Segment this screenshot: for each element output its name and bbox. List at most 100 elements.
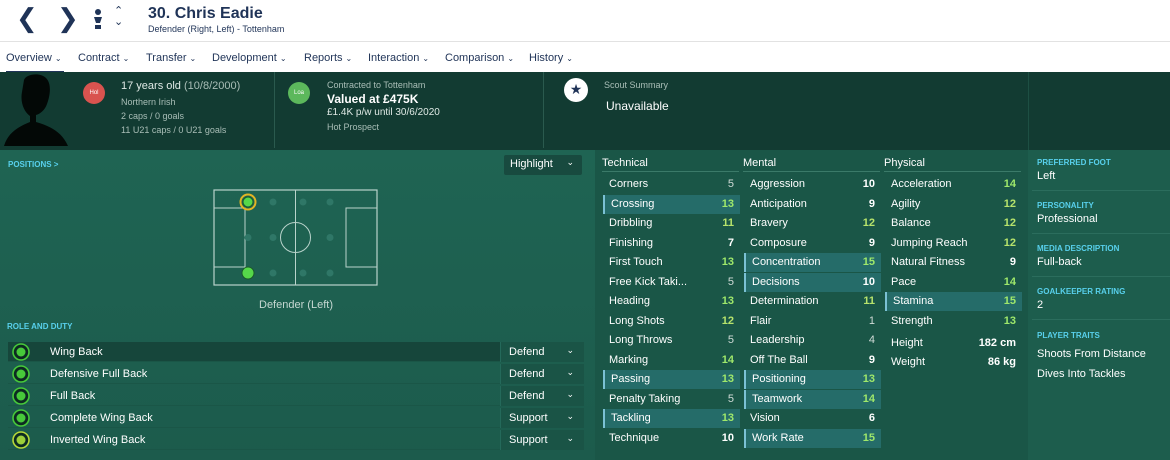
chevron-down-icon: ⌄ (566, 346, 574, 356)
attribute-row[interactable]: Off The Ball 9 (744, 351, 881, 370)
attribute-name: Heading (609, 295, 650, 307)
height-row: Height 182 cm (885, 334, 1022, 353)
attribute-name: Long Throws (609, 334, 673, 346)
attribute-value: 5 (727, 275, 734, 288)
player-switch-icon[interactable]: ⌃ ⌄ (114, 5, 123, 27)
tab-transfer[interactable]: Transfer ⌄ (146, 52, 196, 64)
star-icon[interactable]: ★ (564, 78, 588, 102)
attribute-name: Determination (750, 295, 819, 307)
attribute-row[interactable]: Positioning 13 (744, 370, 881, 389)
attribute-name: Leadership (750, 334, 805, 346)
tab-comparison[interactable]: Comparison ⌄ (445, 52, 514, 64)
attribute-row[interactable]: Crossing 13 (603, 194, 740, 214)
attribute-row[interactable]: Passing 13 (603, 370, 740, 389)
attribute-row[interactable]: Vision 6 (744, 409, 881, 428)
attribute-row[interactable]: Balance 12 (885, 214, 1022, 233)
attribute-row[interactable]: Acceleration 14 (885, 175, 1022, 194)
attribute-row[interactable]: Leadership 4 (744, 331, 881, 350)
attribute-value: 5 (727, 178, 734, 190)
personality-label: PERSONALITY (1037, 201, 1094, 210)
height-value: 182 cm (978, 337, 1016, 349)
contract-badge[interactable]: Loa (288, 82, 310, 104)
role-suitability-icon (12, 387, 30, 405)
tab-reports[interactable]: Reports ⌄ (304, 52, 352, 64)
attribute-row[interactable]: Determination 11 (744, 292, 881, 311)
attribute-row[interactable]: Anticipation 9 (744, 195, 881, 214)
attribute-row[interactable]: Teamwork 14 (744, 389, 881, 409)
attribute-name: Work Rate (752, 431, 804, 444)
attribute-name: Bravery (750, 217, 788, 229)
tab-history[interactable]: History ⌄ (529, 52, 573, 64)
attribute-row[interactable]: Decisions 10 (744, 272, 881, 292)
attribute-row[interactable]: First Touch 13 (603, 253, 740, 272)
highlight-dropdown[interactable]: Highlight ⌄ (504, 155, 582, 175)
attribute-row[interactable]: Agility 12 (885, 195, 1022, 214)
back-arrow-icon[interactable]: ❮ (16, 6, 38, 32)
attribute-row[interactable]: Strength 13 (885, 312, 1022, 331)
role-row[interactable]: Complete Wing Back Support ⌄ (8, 408, 584, 428)
goalkeeper-rating-label: GOALKEEPER RATING (1037, 287, 1126, 296)
attribute-row[interactable]: Composure 9 (744, 234, 881, 253)
role-name: Full Back (50, 390, 96, 402)
attribute-row[interactable]: Free Kick Taki... 5 (603, 273, 740, 292)
duty-dropdown[interactable]: Support ⌄ (500, 430, 584, 450)
duty-label: Defend (509, 346, 545, 358)
positions-link[interactable]: POSITIONS > (8, 160, 58, 169)
club-crest-icon[interactable] (91, 8, 105, 30)
attribute-row[interactable]: Penalty Taking 5 (603, 390, 740, 409)
attribute-row[interactable]: Technique 10 (603, 429, 740, 448)
role-row[interactable]: Defensive Full Back Defend ⌄ (8, 364, 584, 384)
duty-dropdown[interactable]: Defend ⌄ (500, 386, 584, 406)
attribute-name: Corners (609, 178, 649, 190)
attribute-row[interactable]: Stamina 15 (885, 292, 1022, 311)
attribute-row[interactable]: Bravery 12 (744, 214, 881, 233)
role-row[interactable]: Inverted Wing Back Support ⌄ (8, 430, 584, 450)
attribute-row[interactable]: Finishing 7 (603, 234, 740, 253)
weight-value: 86 kg (987, 356, 1016, 368)
attribute-row[interactable]: Long Shots 12 (603, 312, 740, 331)
tab-overview[interactable]: Overview ⌄ (6, 52, 64, 73)
attribute-name: Crossing (611, 197, 655, 210)
player-details-panel (1028, 150, 1170, 460)
attribute-row[interactable]: Long Throws 5 (603, 331, 740, 350)
attribute-row[interactable]: Flair 1 (744, 312, 881, 331)
preferred-foot-value: Left (1037, 170, 1056, 182)
preferred-foot-label: PREFERRED FOOT (1037, 158, 1111, 167)
attribute-row[interactable]: Marking 14 (603, 351, 740, 370)
chevron-down-icon: ⌄ (566, 434, 574, 444)
attribute-value: 12 (1003, 197, 1016, 210)
attribute-name: Teamwork (752, 392, 803, 405)
attribute-value: 9 (1009, 256, 1016, 268)
duty-dropdown[interactable]: Support ⌄ (500, 408, 584, 428)
tab-development[interactable]: Development ⌄ (212, 52, 287, 64)
attribute-row[interactable]: Work Rate 15 (744, 428, 881, 448)
role-row[interactable]: Wing Back Defend ⌄ (8, 342, 584, 362)
attribute-row[interactable]: Pace 14 (885, 273, 1022, 292)
role-suitability-icon (12, 343, 30, 361)
role-row[interactable]: Full Back Defend ⌄ (8, 386, 584, 406)
duty-dropdown[interactable]: Defend ⌄ (500, 364, 584, 384)
attribute-row[interactable]: Tackling 13 (603, 409, 740, 428)
attribute-row[interactable]: Jumping Reach 12 (885, 234, 1022, 253)
attribute-row[interactable]: Natural Fitness 9 (885, 253, 1022, 272)
attribute-value: 13 (721, 373, 734, 385)
role-suitability-icon (12, 409, 30, 427)
attribute-row[interactable]: Corners 5 (603, 175, 740, 194)
tab-contract[interactable]: Contract ⌄ (78, 52, 129, 64)
divider (1032, 276, 1170, 277)
chevron-down-icon: ⌄ (507, 54, 515, 63)
nationality-badge[interactable]: Hol (83, 82, 105, 104)
attribute-row[interactable]: Aggression 10 (744, 175, 881, 194)
tab-interaction[interactable]: Interaction ⌄ (368, 52, 429, 64)
forward-arrow-icon[interactable]: ❯ (57, 6, 79, 32)
attribute-value: 5 (727, 334, 734, 346)
attribute-value: 13 (721, 197, 734, 210)
attribute-row[interactable]: Concentration 15 (744, 253, 881, 272)
duty-dropdown[interactable]: Defend ⌄ (500, 342, 584, 362)
attribute-value: 10 (721, 431, 734, 444)
attribute-value: 9 (868, 236, 875, 249)
chevron-down-icon: ⌄ (122, 54, 130, 63)
attribute-row[interactable]: Dribbling 11 (603, 214, 740, 233)
attribute-value: 12 (721, 314, 734, 327)
attribute-row[interactable]: Heading 13 (603, 292, 740, 311)
